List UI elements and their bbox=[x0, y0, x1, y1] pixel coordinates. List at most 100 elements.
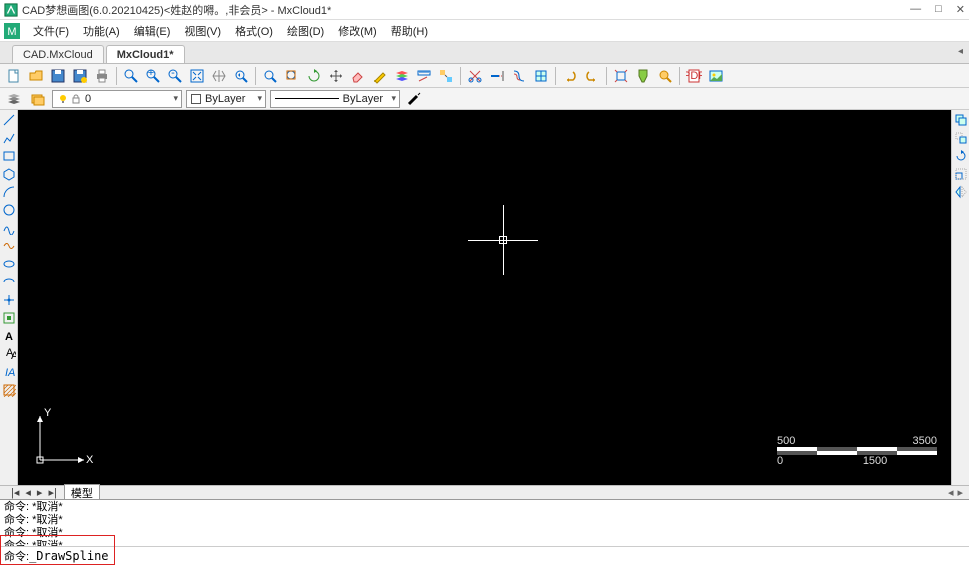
redo-icon[interactable] bbox=[582, 66, 602, 86]
menu-draw[interactable]: 绘图(D) bbox=[280, 21, 331, 41]
color-swatch bbox=[191, 94, 201, 104]
command-log: 命令: *取消* 命令: *取消* 命令: *取消* 命令: *取消* bbox=[0, 500, 969, 546]
menu-modify[interactable]: 修改(M) bbox=[331, 21, 384, 41]
rotate-icon[interactable] bbox=[953, 148, 969, 164]
offset-icon[interactable] bbox=[509, 66, 529, 86]
color-icon[interactable] bbox=[370, 66, 390, 86]
spline-icon[interactable] bbox=[1, 220, 17, 236]
circle-icon[interactable] bbox=[1, 202, 17, 218]
trim-icon[interactable] bbox=[465, 66, 485, 86]
save-icon[interactable] bbox=[48, 66, 68, 86]
zoom-out-icon[interactable]: - bbox=[165, 66, 185, 86]
tab-prev-icon[interactable]: ◂ bbox=[22, 486, 34, 499]
logo-icon: M bbox=[4, 23, 20, 39]
linetype-preview bbox=[275, 98, 339, 99]
menu-format[interactable]: 格式(O) bbox=[228, 21, 280, 41]
dim-icon[interactable]: IA bbox=[1, 364, 17, 380]
mtext-icon[interactable]: AA bbox=[1, 346, 17, 362]
window-title: CAD梦想画图(6.0.20210425)<姓赵的嘚。,非会员> - MxClo… bbox=[22, 2, 910, 18]
command-prompt: 命令: bbox=[4, 548, 29, 564]
lineweight-icon[interactable] bbox=[404, 89, 424, 109]
layer-dropdown[interactable]: 0 bbox=[52, 90, 182, 108]
layer-filter-icon[interactable] bbox=[4, 89, 24, 109]
zoom-prev-icon[interactable] bbox=[231, 66, 251, 86]
svg-text:+: + bbox=[148, 68, 154, 79]
rect-icon[interactable] bbox=[1, 148, 17, 164]
new-icon[interactable] bbox=[4, 66, 24, 86]
svg-text:X: X bbox=[86, 454, 94, 466]
spline2-icon[interactable] bbox=[1, 238, 17, 254]
tab-next-icon[interactable]: ▸ bbox=[34, 486, 46, 499]
menu-help[interactable]: 帮助(H) bbox=[384, 21, 435, 41]
text-icon[interactable]: A bbox=[1, 328, 17, 344]
doc-tab-0[interactable]: CAD.MxCloud bbox=[12, 45, 104, 63]
saveas-icon[interactable] bbox=[70, 66, 90, 86]
undo-icon[interactable] bbox=[560, 66, 580, 86]
zoom-extent-icon[interactable] bbox=[187, 66, 207, 86]
ellipse-arc-icon[interactable] bbox=[1, 274, 17, 290]
menu-func[interactable]: 功能(A) bbox=[76, 21, 127, 41]
ellipse-icon[interactable] bbox=[1, 256, 17, 272]
svg-text:-: - bbox=[171, 68, 175, 79]
arc-icon[interactable] bbox=[1, 184, 17, 200]
linetype-dropdown[interactable]: ByLayer bbox=[270, 90, 400, 108]
layer-prev-icon[interactable] bbox=[28, 89, 48, 109]
zoom-all-icon[interactable] bbox=[282, 66, 302, 86]
print-icon[interactable] bbox=[92, 66, 112, 86]
svg-text:Y: Y bbox=[44, 407, 52, 419]
polyline-icon[interactable] bbox=[1, 130, 17, 146]
close-button[interactable]: ✕ bbox=[956, 3, 965, 16]
block-icon[interactable] bbox=[531, 66, 551, 86]
svg-text:PDF: PDF bbox=[686, 70, 702, 82]
doc-tab-1[interactable]: MxCloud1* bbox=[106, 45, 185, 63]
zoom-realtime-icon[interactable] bbox=[260, 66, 280, 86]
menu-view[interactable]: 视图(V) bbox=[177, 21, 228, 41]
tab-first-icon[interactable]: |◂ bbox=[8, 486, 22, 499]
bulb-icon bbox=[57, 93, 69, 105]
explode-icon[interactable] bbox=[611, 66, 631, 86]
matchprop-icon[interactable] bbox=[436, 66, 456, 86]
hatch-icon[interactable] bbox=[1, 382, 17, 398]
tab-last-icon[interactable]: ▸| bbox=[45, 486, 59, 499]
zoom-window-icon[interactable] bbox=[121, 66, 141, 86]
tabs-overflow-icon[interactable]: ◂ bbox=[958, 46, 963, 57]
insert-block-icon[interactable] bbox=[1, 310, 17, 326]
layers-icon[interactable] bbox=[392, 66, 412, 86]
copy-icon[interactable] bbox=[953, 112, 969, 128]
zoom-in-icon[interactable]: + bbox=[143, 66, 163, 86]
menu-edit[interactable]: 编辑(E) bbox=[127, 21, 178, 41]
scale-bar: 5003500 01500 bbox=[777, 435, 937, 467]
point-icon[interactable] bbox=[1, 292, 17, 308]
ruler-icon[interactable] bbox=[414, 66, 434, 86]
drawing-canvas[interactable]: Y X 5003500 01500 bbox=[18, 110, 951, 485]
erase-icon[interactable] bbox=[348, 66, 368, 86]
menu-file[interactable]: 文件(F) bbox=[26, 21, 76, 41]
color-dropdown[interactable]: ByLayer bbox=[186, 90, 266, 108]
svg-text:IA: IA bbox=[5, 367, 15, 379]
svg-text:A: A bbox=[5, 331, 13, 343]
open-icon[interactable] bbox=[26, 66, 46, 86]
image-icon[interactable] bbox=[706, 66, 726, 86]
svg-text:A: A bbox=[11, 350, 16, 361]
regen-icon[interactable] bbox=[304, 66, 324, 86]
tab-right-prev-icon[interactable]: ◂ bbox=[948, 486, 954, 499]
move-icon[interactable] bbox=[326, 66, 346, 86]
minimize-button[interactable]: — bbox=[910, 3, 921, 16]
command-input[interactable] bbox=[29, 549, 965, 563]
tab-right-next-icon[interactable]: ▸ bbox=[957, 486, 963, 499]
move-side-icon[interactable] bbox=[953, 130, 969, 146]
line-icon[interactable] bbox=[1, 112, 17, 128]
ucs-icon: Y X bbox=[32, 408, 92, 471]
maximize-button[interactable]: □ bbox=[935, 3, 942, 16]
find-icon[interactable] bbox=[655, 66, 675, 86]
app-icon bbox=[4, 3, 18, 17]
mirror-icon[interactable] bbox=[953, 184, 969, 200]
scale-icon[interactable] bbox=[953, 166, 969, 182]
pan-icon[interactable] bbox=[209, 66, 229, 86]
paint-icon[interactable] bbox=[633, 66, 653, 86]
svg-text:M: M bbox=[7, 26, 16, 38]
pdf-icon[interactable]: PDF bbox=[684, 66, 704, 86]
lock-icon bbox=[71, 94, 81, 104]
extend-icon[interactable] bbox=[487, 66, 507, 86]
polygon-icon[interactable] bbox=[1, 166, 17, 182]
